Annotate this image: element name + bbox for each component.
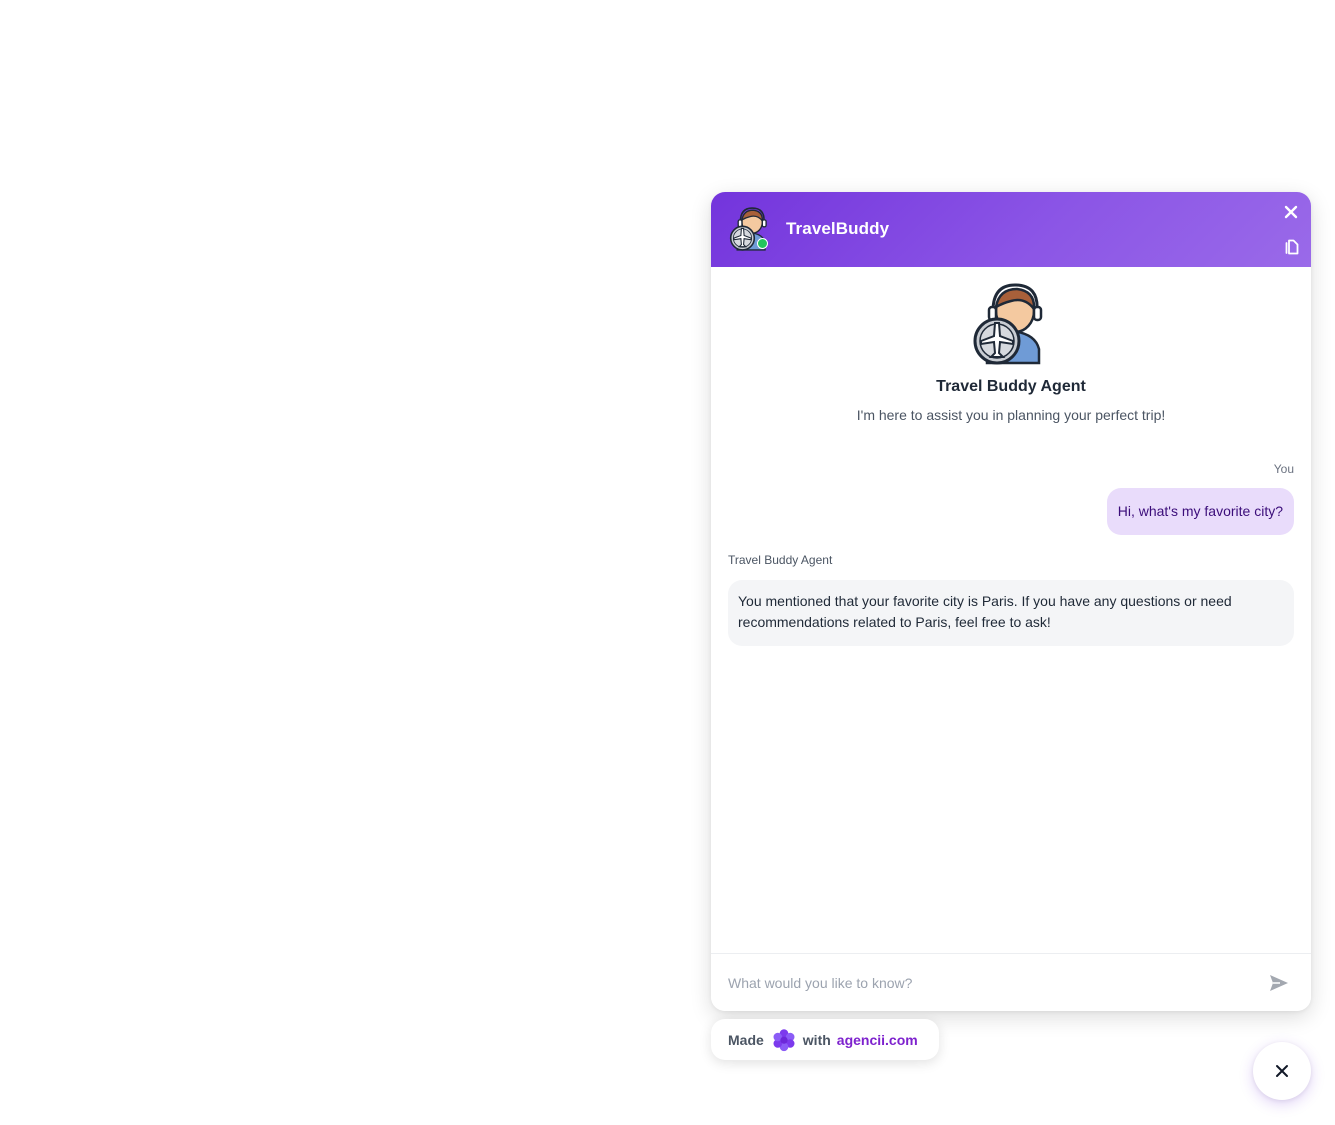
close-icon: [1284, 205, 1298, 219]
message-sender-label: You: [1273, 462, 1294, 476]
header-title: TravelBuddy: [786, 219, 890, 238]
copy-conversation-button[interactable]: [1282, 237, 1302, 257]
chat-header: TravelBuddy: [711, 192, 1311, 267]
branding-with-text: with: [802, 1031, 831, 1048]
user-message-bubble: Hi, what's my favorite city?: [1106, 488, 1294, 535]
send-icon: [1270, 975, 1288, 991]
branding-made-text: Made: [728, 1031, 764, 1048]
agent-description: I'm here to assist you in planning your …: [856, 407, 1166, 423]
chat-messages-area[interactable]: Travel Buddy Agent I'm here to assist yo…: [711, 267, 1311, 953]
made-with-branding: Made with agencii.com: [711, 1019, 939, 1060]
close-icon: [1276, 1065, 1288, 1077]
flower-logo-icon: [772, 1028, 796, 1052]
chat-input-bar: [711, 953, 1311, 1011]
online-status-dot: [757, 238, 768, 249]
travel-agent-avatar-icon: [973, 283, 1049, 365]
send-message-button[interactable]: [1268, 973, 1290, 993]
chat-message-input[interactable]: [728, 968, 1248, 998]
close-chat-button[interactable]: [1281, 202, 1301, 222]
agent-name-heading: Travel Buddy Agent: [936, 378, 1086, 395]
chat-widget: TravelBuddy Travel Buddy Agent I'm here …: [711, 192, 1311, 1011]
page: TravelBuddy Travel Buddy Agent I'm here …: [0, 0, 1335, 1125]
agent-message-bubble: You mentioned that your favorite city is…: [728, 580, 1294, 646]
copy-icon: [1285, 239, 1299, 255]
chat-launcher-button[interactable]: [1253, 1042, 1311, 1100]
message-sender-label: Travel Buddy Agent: [728, 553, 833, 567]
agencii-link[interactable]: agencii.com: [837, 1032, 918, 1048]
